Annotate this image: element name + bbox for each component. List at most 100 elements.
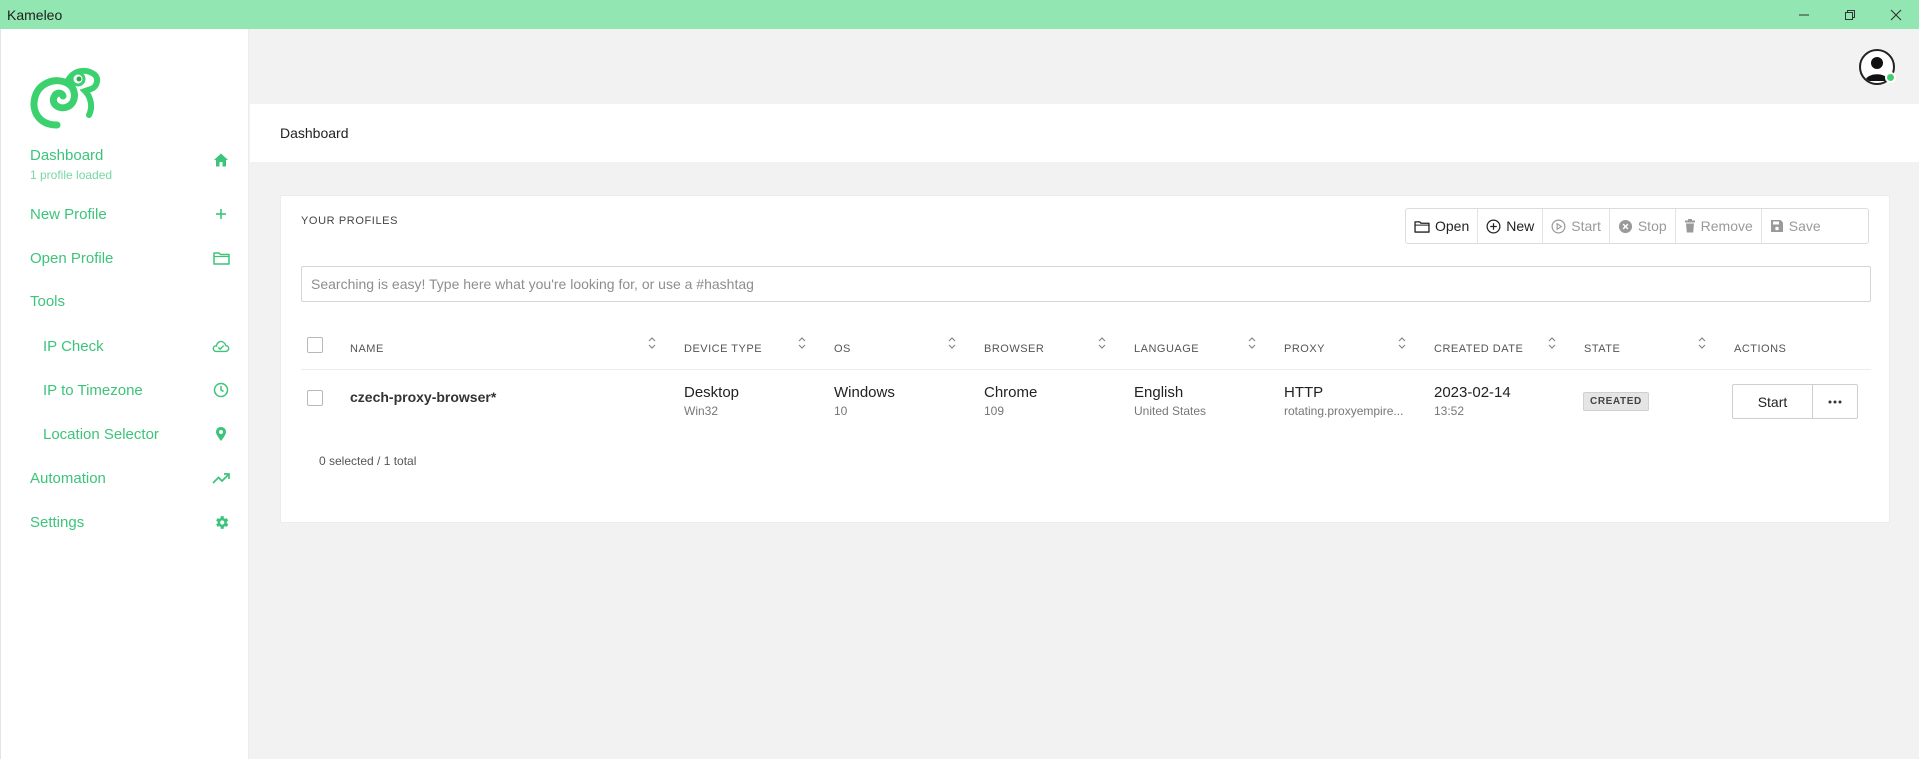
sidebar-item-ip-to-timezone[interactable]: IP to Timezone: [43, 381, 230, 399]
clock-icon: [212, 381, 230, 399]
more-horizontal-icon: [1828, 400, 1842, 403]
start-profile-button[interactable]: Start: [1732, 384, 1813, 419]
sidebar-item-label: Open Profile: [30, 249, 114, 267]
cloud-check-icon: [212, 337, 230, 355]
window-title: Kameleo: [7, 6, 63, 23]
save-toolbar-label: Save: [1788, 218, 1821, 234]
column-header-created-date[interactable]: CREATED DATE: [1434, 343, 1523, 355]
online-status-dot: [1885, 72, 1896, 83]
remove-toolbar-button[interactable]: Remove: [1676, 209, 1762, 243]
status-badge: CREATED: [1583, 392, 1649, 411]
profile-search-input[interactable]: [301, 266, 1871, 302]
remove-toolbar-label: Remove: [1700, 218, 1753, 234]
os-name: Windows: [834, 384, 895, 401]
column-header-proxy[interactable]: PROXY: [1284, 343, 1325, 355]
language-name: English: [1134, 384, 1184, 401]
plus-icon: [212, 205, 230, 223]
device-platform: Win32: [684, 404, 719, 418]
created-date: 2023-02-14: [1434, 384, 1511, 401]
stop-circle-icon: [1618, 219, 1632, 233]
sort-icon[interactable]: [797, 336, 807, 350]
sidebar-item-label: Dashboard: [30, 147, 104, 164]
save-icon: [1770, 220, 1783, 232]
play-circle-icon: [1551, 219, 1566, 233]
folder-icon: [212, 249, 230, 267]
open-label: Open: [1435, 218, 1470, 234]
sort-icon[interactable]: [1397, 336, 1407, 350]
profiles-title: YOUR PROFILES: [301, 215, 399, 227]
column-header-language[interactable]: LANGUAGE: [1134, 343, 1199, 355]
sidebar-item-location-selector[interactable]: Location Selector: [43, 425, 230, 443]
sort-icon[interactable]: [947, 336, 957, 350]
sidebar-item-open-profile[interactable]: Open Profile: [30, 249, 230, 267]
stop-toolbar-button[interactable]: Stop: [1610, 209, 1676, 243]
stop-toolbar-label: Stop: [1637, 218, 1667, 234]
location-pin-icon: [212, 425, 230, 443]
row-checkbox[interactable]: [307, 390, 323, 406]
minimize-button[interactable]: [1781, 0, 1827, 29]
column-header-name[interactable]: NAME: [350, 343, 384, 355]
sidebar-item-automation[interactable]: Automation: [30, 469, 230, 487]
folder-icon: [1414, 220, 1430, 233]
sort-icon[interactable]: [1247, 336, 1257, 350]
language-region: United States: [1134, 404, 1207, 418]
device-type: Desktop: [684, 384, 740, 401]
sidebar-item-settings[interactable]: Settings: [30, 513, 230, 531]
column-header-os[interactable]: OS: [834, 343, 851, 355]
sidebar-item-new-profile[interactable]: New Profile: [30, 205, 230, 223]
table-header-divider: [301, 369, 1871, 370]
proxy-type: HTTP: [1284, 384, 1324, 401]
close-button[interactable]: [1873, 0, 1919, 29]
sidebar-item-dashboard[interactable]: Dashboard 1 profile loaded: [30, 147, 230, 182]
minimize-icon: [1799, 14, 1809, 15]
gear-icon: [212, 513, 230, 531]
sort-icon[interactable]: [1547, 336, 1557, 350]
kameleo-logo: [27, 61, 101, 129]
profiles-card: YOUR PROFILES Open New Start Stop Remove…: [280, 195, 1890, 523]
sidebar-item-label: New Profile: [30, 205, 107, 223]
column-header-state[interactable]: STATE: [1584, 343, 1620, 355]
column-header-device-type[interactable]: DEVICE TYPE: [684, 343, 762, 355]
os-version: 10: [834, 404, 848, 418]
start-toolbar-button[interactable]: Start: [1543, 209, 1610, 243]
plus-circle-icon: [1486, 219, 1501, 233]
profiles-loaded-status: 1 profile loaded: [30, 168, 113, 182]
open-button[interactable]: Open: [1406, 209, 1479, 243]
select-all-checkbox[interactable]: [307, 337, 323, 353]
new-button[interactable]: New: [1478, 209, 1544, 243]
restore-icon: [1845, 9, 1855, 20]
sidebar: Dashboard 1 profile loaded New Profile O…: [0, 29, 249, 759]
proxy-host: rotating.proxyempire...: [1284, 404, 1404, 418]
created-time: 13:52: [1434, 404, 1465, 418]
start-toolbar-label: Start: [1571, 218, 1601, 234]
sidebar-item-label: Settings: [30, 513, 85, 531]
save-toolbar-button[interactable]: Save: [1762, 209, 1829, 243]
column-header-browser[interactable]: BROWSER: [984, 343, 1044, 355]
sort-icon[interactable]: [1097, 336, 1107, 350]
sort-icon[interactable]: [1697, 336, 1707, 350]
sidebar-item-ip-check[interactable]: IP Check: [43, 337, 230, 355]
profile-name[interactable]: czech-proxy-browser*: [350, 389, 496, 405]
sidebar-item-label: IP to Timezone: [43, 381, 143, 399]
window-controls: [1781, 0, 1919, 29]
new-label: New: [1506, 218, 1535, 234]
close-icon: [1890, 9, 1902, 20]
sort-icon[interactable]: [647, 336, 657, 350]
home-icon: [212, 151, 230, 169]
breadcrumb-dashboard: Dashboard: [280, 125, 349, 141]
breadcrumb: Dashboard: [250, 104, 1919, 162]
trending-up-icon: [212, 469, 230, 487]
sidebar-item-label: Location Selector: [43, 425, 159, 443]
column-header-actions: ACTIONS: [1734, 343, 1787, 355]
trash-icon: [1684, 219, 1695, 233]
restore-button[interactable]: [1827, 0, 1873, 29]
title-bar: Kameleo: [0, 0, 1919, 29]
sidebar-item-tools[interactable]: Tools: [30, 293, 230, 310]
sidebar-item-label: Tools: [30, 293, 66, 310]
profile-toolbar: Open New Start Stop Remove Save: [1405, 208, 1869, 244]
browser-version: 109: [984, 404, 1005, 418]
sidebar-item-label: IP Check: [43, 337, 104, 355]
sidebar-item-label: Automation: [30, 469, 106, 487]
more-actions-button[interactable]: [1812, 384, 1858, 419]
selection-count: 0 selected / 1 total: [319, 454, 417, 468]
